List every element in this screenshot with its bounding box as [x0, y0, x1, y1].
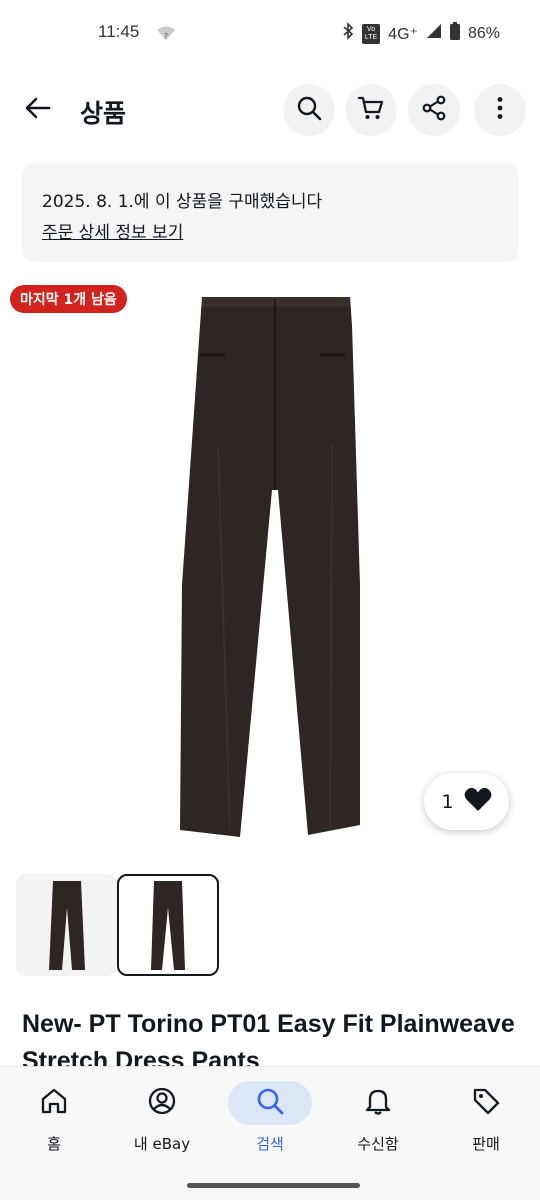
- nav-label-inbox: 수신함: [357, 1135, 399, 1153]
- bottom-navigation: 홈 내 eBay 검색 수신함 판매: [0, 1066, 540, 1200]
- order-details-link[interactable]: 주문 상세 정보 보기: [42, 218, 183, 243]
- account-icon: [147, 1086, 177, 1120]
- svg-text:?: ?: [164, 32, 168, 41]
- watchlist-button[interactable]: 1: [424, 773, 509, 830]
- bluetooth-icon: [342, 22, 354, 45]
- tag-icon: [471, 1086, 501, 1120]
- cart-icon: [357, 95, 385, 125]
- signal-icon: [426, 23, 442, 44]
- share-icon: [421, 95, 447, 125]
- arrow-left-icon: [25, 96, 51, 124]
- page-title: 상품: [80, 99, 127, 128]
- top-app-bar: 상품: [0, 80, 540, 140]
- watch-count: 1: [441, 790, 454, 813]
- search-icon: [296, 95, 322, 125]
- nav-item-search[interactable]: 검색: [216, 1081, 324, 1171]
- nav-pill-selling: [444, 1081, 528, 1125]
- nav-item-selling[interactable]: 판매: [432, 1081, 540, 1171]
- nav-pill-search: [228, 1081, 312, 1125]
- thumbnail-front[interactable]: [16, 874, 118, 976]
- volte-icon: Vo LTE: [361, 23, 381, 44]
- battery-percent: 86%: [467, 24, 500, 42]
- bell-icon: [363, 1086, 393, 1120]
- nav-label-search: 검색: [256, 1135, 284, 1153]
- search-icon: [255, 1086, 285, 1120]
- nav-label-home: 홈: [47, 1135, 61, 1153]
- network-type: 4G⁺: [388, 25, 418, 43]
- more-options-button[interactable]: [474, 84, 526, 136]
- status-icons: Vo LTE 4G⁺ 86%: [342, 22, 500, 45]
- purchase-history-banner: 2025. 8. 1.에 이 상품을 구매했습니다 주문 상세 정보 보기: [22, 163, 519, 262]
- last-one-left-badge: 마지막 1개 남음: [10, 285, 127, 313]
- gesture-handle[interactable]: [187, 1183, 360, 1188]
- nav-item-my-ebay[interactable]: 내 eBay: [108, 1081, 216, 1171]
- more-vertical-icon: [496, 96, 504, 124]
- cart-button[interactable]: [345, 84, 397, 136]
- back-button[interactable]: [18, 90, 58, 130]
- thumbnail-back-selected[interactable]: [117, 874, 219, 976]
- nav-item-inbox[interactable]: 수신함: [324, 1081, 432, 1171]
- product-main-image[interactable]: [160, 285, 390, 850]
- nav-pill-my-ebay: [120, 1081, 204, 1125]
- heart-icon: [464, 787, 492, 816]
- purchase-date-text: 2025. 8. 1.에 이 상품을 구매했습니다: [42, 192, 323, 212]
- share-button[interactable]: [408, 84, 460, 136]
- nav-pill-inbox: [336, 1081, 420, 1125]
- volte-bottom: LTE: [364, 33, 378, 41]
- nav-label-my-ebay: 내 eBay: [133, 1135, 191, 1153]
- status-bar: 11:45 ? Vo LTE 4G⁺ 86%: [0, 0, 540, 68]
- volte-top: Vo: [366, 25, 376, 33]
- nav-pill-home: [12, 1081, 96, 1125]
- nav-label-selling: 판매: [472, 1135, 500, 1153]
- status-time: 11:45: [98, 22, 140, 41]
- nav-item-home[interactable]: 홈: [0, 1081, 108, 1171]
- home-icon: [39, 1086, 69, 1120]
- wifi-unknown-icon: ?: [156, 24, 176, 46]
- search-button[interactable]: [283, 84, 335, 136]
- battery-icon: [449, 22, 460, 45]
